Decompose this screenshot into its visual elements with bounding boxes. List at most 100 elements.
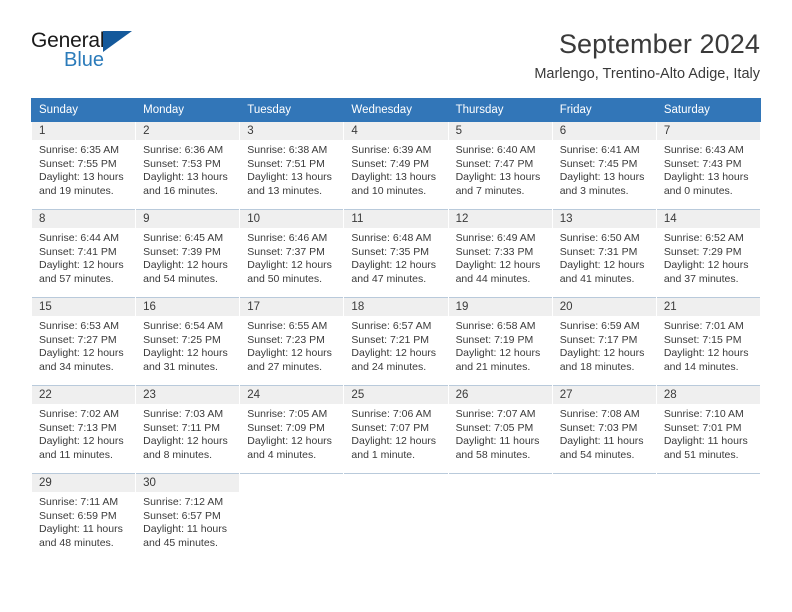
daylight-text-line2: and 48 minutes. [39,537,114,550]
daylight-text-line1: Daylight: 13 hours [455,171,541,184]
generalblue-logo[interactable]: General Blue [31,27,151,75]
day-details: Sunrise: 6:49 AM Sunset: 7:33 PM Daylight:… [449,228,552,286]
calendar-day-cell[interactable]: 9 Sunrise: 6:45 AM Sunset: 7:39 PM Daylight… [135,209,241,298]
day-details: Sunrise: 7:11 AM Sunset: 6:59 PM Daylight:… [32,492,135,550]
day-number: 2 [136,122,240,141]
daylight-text-line1: Daylight: 13 hours [39,171,124,184]
daylight-text-line2: and 18 minutes. [559,361,635,374]
day-details: Sunrise: 6:50 AM Sunset: 7:31 PM Daylight:… [553,228,656,286]
calendar-day-cell[interactable]: 5 Sunrise: 6:40 AM Sunset: 7:47 PM Daylight… [447,121,553,210]
sunset-text: Sunset: 7:49 PM [351,157,430,170]
day-details: Sunrise: 6:43 AM Sunset: 7:43 PM Daylight:… [657,140,760,198]
calendar-day-cell[interactable]: 8 Sunrise: 6:44 AM Sunset: 7:41 PM Daylight… [30,209,137,298]
sunrise-text: Sunrise: 6:50 AM [559,232,640,245]
daylight-text-line1: Daylight: 12 hours [663,347,749,360]
calendar-day-cell[interactable]: 25 Sunrise: 7:06 AM Sunset: 7:07 PM Dayligh… [343,385,449,474]
daylight-text-line2: and 31 minutes. [143,361,218,374]
daylight-text-line2: and 54 minutes. [143,273,218,286]
calendar-cell-empty [239,473,345,562]
calendar-week-row: 29 Sunrise: 7:11 AM Sunset: 6:59 PM Dayligh… [30,473,762,562]
calendar-day-cell[interactable]: 16 Sunrise: 6:54 AM Sunset: 7:25 PM Dayligh… [135,297,241,386]
day-details: Sunrise: 7:12 AM Sunset: 6:57 PM Daylight:… [136,492,239,550]
sunset-text: Sunset: 7:27 PM [39,333,117,346]
weekday-header-tuesday: Tuesday [239,98,345,123]
sunset-text: Sunset: 7:17 PM [559,333,638,346]
calendar-day-cell[interactable]: 1 Sunrise: 6:35 AM Sunset: 7:55 PM Daylight… [30,121,137,210]
calendar-day-cell[interactable]: 14 Sunrise: 6:52 AM Sunset: 7:29 PM Dayligh… [655,209,762,298]
sunrise-text: Sunrise: 6:38 AM [247,144,328,157]
calendar-day-cell[interactable]: 2 Sunrise: 6:36 AM Sunset: 7:53 PM Daylight… [135,121,241,210]
daylight-text-line1: Daylight: 12 hours [559,259,645,272]
sunset-text: Sunset: 7:09 PM [247,421,325,434]
logo-text-blue: Blue [64,49,105,71]
calendar-day-cell[interactable]: 10 Sunrise: 6:46 AM Sunset: 7:37 PM Dayligh… [239,209,345,298]
calendar-day-cell[interactable]: 30 Sunrise: 7:12 AM Sunset: 6:57 PM Dayligh… [135,473,241,562]
calendar-day-cell[interactable]: 18 Sunrise: 6:57 AM Sunset: 7:21 PM Dayligh… [343,297,449,386]
day-number: 25 [344,386,448,405]
sunset-text: Sunset: 7:25 PM [143,333,221,346]
daylight-text-line1: Daylight: 12 hours [143,435,228,448]
daylight-text-line2: and 0 minutes. [663,185,733,198]
day-number [240,474,343,492]
calendar-day-cell[interactable]: 21 Sunrise: 7:01 AM Sunset: 7:15 PM Dayligh… [655,297,762,386]
sunrise-text: Sunrise: 6:35 AM [39,144,119,157]
daylight-text-line2: and 3 minutes. [559,185,629,198]
day-number: 4 [344,122,448,141]
calendar-day-cell[interactable]: 15 Sunrise: 6:53 AM Sunset: 7:27 PM Dayligh… [30,297,137,386]
sunrise-text: Sunrise: 7:10 AM [663,408,744,421]
day-number: 7 [656,122,760,141]
sunset-text: Sunset: 7:41 PM [39,245,117,258]
day-number: 17 [240,298,344,317]
day-details: Sunrise: 6:57 AM Sunset: 7:21 PM Daylight:… [344,316,447,374]
daylight-text-line1: Daylight: 13 hours [663,171,749,184]
daylight-text-line1: Daylight: 12 hours [455,347,541,360]
calendar-day-cell[interactable]: 7 Sunrise: 6:43 AM Sunset: 7:43 PM Daylight… [655,121,762,210]
calendar-day-cell[interactable]: 27 Sunrise: 7:08 AM Sunset: 7:03 PM Dayligh… [551,385,657,474]
sunrise-sunset-calendar: Sunday Monday Tuesday Wednesday Thursday… [30,98,762,562]
sunset-text: Sunset: 7:35 PM [351,245,430,258]
daylight-text-line2: and 13 minutes. [247,185,322,198]
daylight-text-line2: and 4 minutes. [247,449,317,462]
sunrise-text: Sunrise: 6:43 AM [663,144,744,157]
daylight-text-line2: and 19 minutes. [39,185,114,198]
sunset-text: Sunset: 7:47 PM [455,157,534,170]
calendar-week-row: 22 Sunrise: 7:02 AM Sunset: 7:13 PM Dayligh… [30,385,762,474]
daylight-text-line2: and 11 minutes. [39,449,113,462]
daylight-text-line1: Daylight: 13 hours [143,171,228,184]
daylight-text-line1: Daylight: 12 hours [663,259,749,272]
day-number: 21 [656,298,760,317]
sunrise-text: Sunrise: 6:46 AM [247,232,328,245]
sunset-text: Sunset: 6:59 PM [39,509,117,522]
calendar-day-cell[interactable]: 22 Sunrise: 7:02 AM Sunset: 7:13 PM Dayligh… [30,385,137,474]
sunrise-text: Sunrise: 6:36 AM [143,144,224,157]
sunrise-text: Sunrise: 6:53 AM [39,320,119,333]
calendar-day-cell[interactable]: 24 Sunrise: 7:05 AM Sunset: 7:09 PM Dayligh… [239,385,345,474]
daylight-text-line2: and 41 minutes. [559,273,635,286]
daylight-text-line2: and 57 minutes. [39,273,114,286]
calendar-week-row: 8 Sunrise: 6:44 AM Sunset: 7:41 PM Daylight… [30,209,762,298]
calendar-day-cell[interactable]: 19 Sunrise: 6:58 AM Sunset: 7:19 PM Dayligh… [447,297,553,386]
daylight-text-line2: and 51 minutes. [663,449,739,462]
calendar-day-cell[interactable]: 12 Sunrise: 6:49 AM Sunset: 7:33 PM Dayligh… [447,209,553,298]
calendar-day-cell[interactable]: 28 Sunrise: 7:10 AM Sunset: 7:01 PM Dayligh… [655,385,762,474]
day-details: Sunrise: 6:54 AM Sunset: 7:25 PM Daylight:… [136,316,239,374]
sunrise-text: Sunrise: 6:44 AM [39,232,119,245]
calendar-day-cell[interactable]: 13 Sunrise: 6:50 AM Sunset: 7:31 PM Dayligh… [551,209,657,298]
calendar-day-cell[interactable]: 29 Sunrise: 7:11 AM Sunset: 6:59 PM Dayligh… [30,473,137,562]
daylight-text-line1: Daylight: 12 hours [39,347,124,360]
calendar-day-cell[interactable]: 6 Sunrise: 6:41 AM Sunset: 7:45 PM Daylight… [551,121,657,210]
calendar-body: 1 Sunrise: 6:35 AM Sunset: 7:55 PM Daylight… [30,121,762,562]
day-number: 15 [32,298,136,317]
calendar-day-cell[interactable]: 20 Sunrise: 6:59 AM Sunset: 7:17 PM Dayligh… [551,297,657,386]
calendar-day-cell[interactable]: 4 Sunrise: 6:39 AM Sunset: 7:49 PM Daylight… [343,121,449,210]
calendar-day-cell[interactable]: 17 Sunrise: 6:55 AM Sunset: 7:23 PM Dayligh… [239,297,345,386]
calendar-day-cell[interactable]: 23 Sunrise: 7:03 AM Sunset: 7:11 PM Dayligh… [135,385,241,474]
sunrise-text: Sunrise: 6:58 AM [455,320,536,333]
calendar-day-cell[interactable]: 26 Sunrise: 7:07 AM Sunset: 7:05 PM Dayligh… [447,385,553,474]
day-number: 16 [136,298,240,317]
calendar-day-cell[interactable]: 11 Sunrise: 6:48 AM Sunset: 7:35 PM Dayligh… [343,209,449,298]
daylight-text-line1: Daylight: 11 hours [559,435,644,448]
sunset-text: Sunset: 7:53 PM [143,157,221,170]
calendar-day-cell[interactable]: 3 Sunrise: 6:38 AM Sunset: 7:51 PM Daylight… [239,121,345,210]
title-block: September 2024 Marlengo, Trentino-Alto A… [534,27,760,82]
